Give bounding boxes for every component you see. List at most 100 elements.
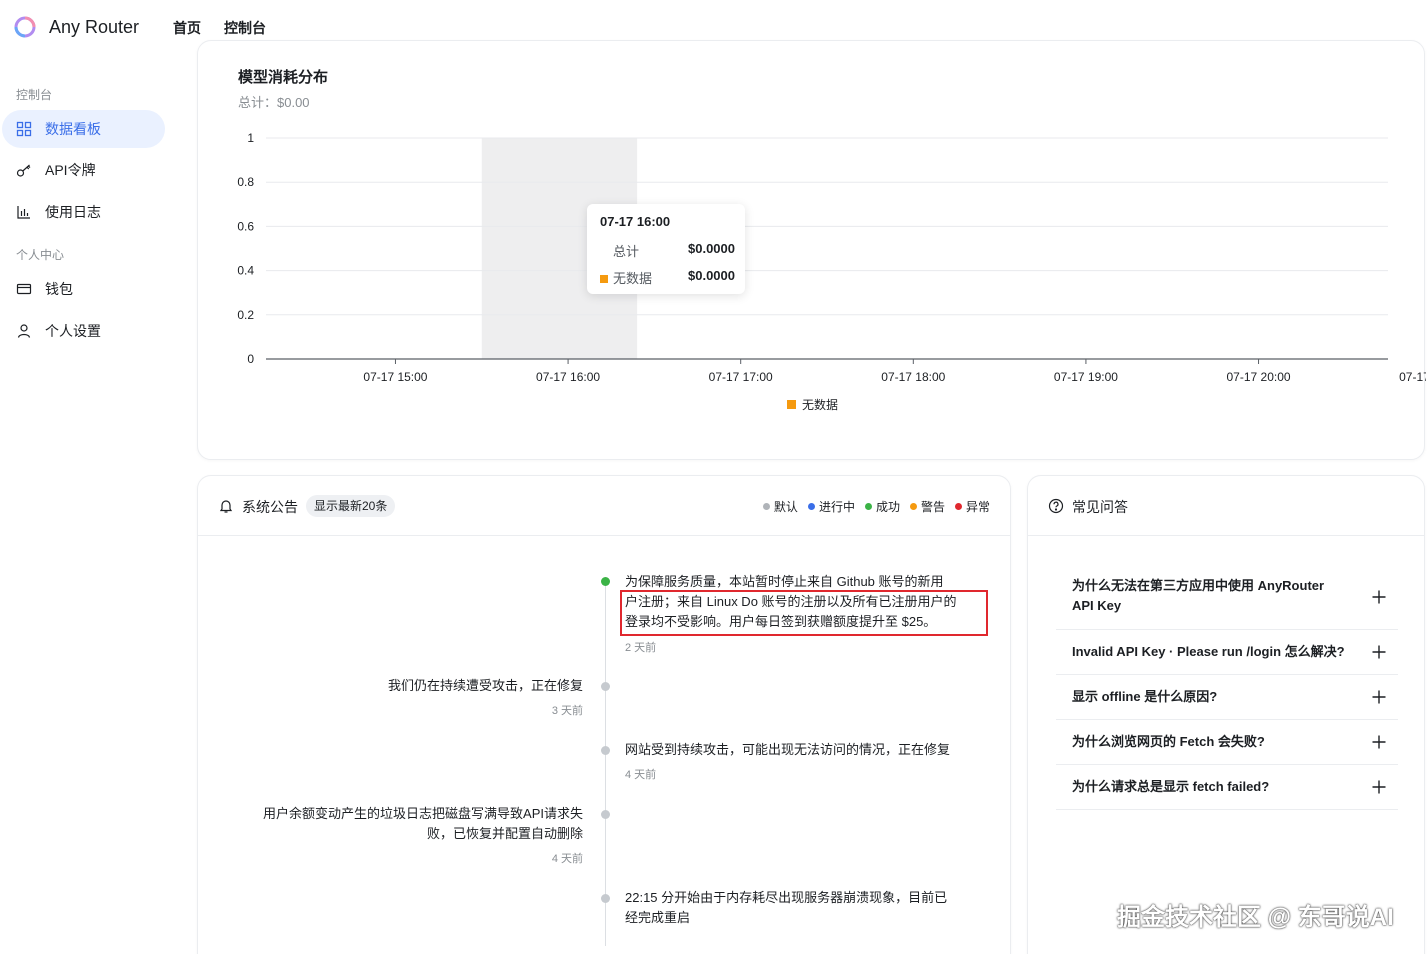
sidebar-item-settings[interactable]: 个人设置 <box>2 312 165 350</box>
plus-icon[interactable] <box>1372 735 1386 749</box>
tooltip-series-label: 无数据 <box>613 271 653 286</box>
notice-time: 4 天前 <box>625 769 657 781</box>
tooltip-total-value: $0.0000 <box>688 241 735 256</box>
sidebar-item-label: API令牌 <box>45 162 96 178</box>
notice-item: 用户余额变动产生的垃圾日志把磁盘写满导致API请求失 败，已恢复并配置自动删除 <box>223 804 583 844</box>
timeline-dot <box>601 810 610 819</box>
legend-label: 警告 <box>920 500 945 514</box>
timeline-axis <box>605 586 606 946</box>
notice-header: 系统公告 显示最新20条 默认 进行中 成功 警告 异常 <box>198 476 1010 536</box>
faq-question: 为什么无法在第三方应用中使用 AnyRouter API Key <box>1072 576 1324 616</box>
notice-item: 我们仍在持续遭受攻击，正在修复 <box>387 678 583 693</box>
notice-text-line: 用户余额变动产生的垃圾日志把磁盘写满导致API请求失 <box>263 806 583 821</box>
notice-count-badge: 显示最新20条 <box>306 495 396 517</box>
legend-default: 默认 <box>762 498 798 515</box>
legend-dot <box>954 503 962 510</box>
y-tick-label: 0 <box>247 352 254 366</box>
timeline-dot <box>601 577 610 586</box>
sidebar-group-personal: 个人中心 <box>16 248 65 262</box>
sidebar-item-label: 个人设置 <box>45 323 101 339</box>
legend-label: 成功 <box>875 500 900 514</box>
faq-question: 为什么浏览网页的 Fetch 会失败? <box>1072 734 1265 749</box>
notice-time: 3 天前 <box>551 705 583 717</box>
consumption-chart[interactable]: 00.20.40.60.8107-17 15:00 07-17 16:00 07-1… <box>198 41 1426 461</box>
system-notice-card: 系统公告 显示最新20条 默认 进行中 成功 警告 异常 为保障服务质量，本站暂… <box>197 475 1011 954</box>
brand-name[interactable]: Any Router <box>49 17 139 38</box>
tooltip-total-label: 总计 <box>613 244 640 259</box>
legend-dot <box>864 503 872 510</box>
plus-icon[interactable] <box>1372 690 1386 704</box>
legend-dot <box>762 503 770 510</box>
legend-error: 异常 <box>954 498 990 515</box>
sidebar-item-label: 钱包 <box>45 281 73 297</box>
key-icon <box>16 162 32 178</box>
sidebar-item-wallet[interactable]: 钱包 <box>2 270 165 308</box>
sidebar-item-label: 数据看板 <box>45 121 101 137</box>
sidebar-item-api-tokens[interactable]: API令牌 <box>2 151 165 189</box>
y-tick-label: 0.6 <box>237 219 254 233</box>
legend-warning: 警告 <box>909 498 945 515</box>
legend-swatch <box>787 400 796 409</box>
legend-label: 无数据 <box>802 397 838 412</box>
bar-chart-icon <box>16 204 32 220</box>
faq-question-line: 为什么无法在第三方应用中使用 AnyRouter <box>1072 578 1325 593</box>
bell-icon <box>219 500 233 513</box>
sidebar-item-dashboard[interactable]: 数据看板 <box>2 110 165 148</box>
tooltip-title: 07-17 16:00 <box>600 214 671 229</box>
faq-item[interactable]: 为什么浏览网页的 Fetch 会失败? <box>1056 720 1398 765</box>
faq-item[interactable]: 为什么无法在第三方应用中使用 AnyRouter API Key <box>1056 566 1398 630</box>
x-tick-label: 07-17 21:00 <box>1399 370 1426 384</box>
model-consumption-card: 模型消耗分布 总计：$0.00 0 0.2 0.4 0.6 0.8 1 07-17 15:0… <box>197 40 1426 461</box>
faq-item[interactable]: 为什么请求总是显示 fetch failed? <box>1056 765 1398 810</box>
timeline-dot <box>601 682 610 691</box>
notice-time: 4 天前 <box>551 853 583 865</box>
notice-time: 2 天前 <box>625 642 657 654</box>
x-tick-label: 07-17 16:00 <box>536 370 600 384</box>
notice-title: 系统公告 <box>242 499 298 515</box>
faq-title: 常见问答 <box>1072 499 1128 515</box>
help-circle-icon <box>1048 498 1064 514</box>
faq-card: 常见问答 为什么无法在第三方应用中使用 AnyRouter API Key In… <box>1027 475 1425 954</box>
legend-in-progress: 进行中 <box>807 498 855 515</box>
legend-label: 进行中 <box>818 500 855 514</box>
faq-item[interactable]: Invalid API Key · Please run /login 怎么解决… <box>1056 630 1398 675</box>
x-tick-label: 07-17 17:00 <box>709 370 773 384</box>
faq-header: 常见问答 <box>1028 476 1424 536</box>
legend-success: 成功 <box>864 498 900 515</box>
notice-item: 22:15 分开始由于内存耗尽出现服务器崩溃现象，目前已 经完成重启 <box>625 888 990 928</box>
x-tick-label: 07-17 19:00 <box>1054 370 1118 384</box>
legend-dot <box>807 503 815 510</box>
timeline-dot <box>601 746 610 755</box>
notice-legend: 默认 进行中 成功 警告 异常 <box>762 498 990 515</box>
faq-question: 为什么请求总是显示 fetch failed? <box>1072 779 1270 794</box>
nav-home-link[interactable]: 首页 <box>173 18 201 38</box>
tooltip-total-row: 总计 $0.0000 <box>600 241 735 260</box>
plus-icon[interactable] <box>1372 780 1386 794</box>
sidebar: 控制台 数据看板 API令牌 使用日志 个人中心 钱包 个人设置 <box>0 56 180 954</box>
y-tick-label: 1 <box>247 131 254 145</box>
notice-text-line: 22:15 分开始由于内存耗尽出现服务器崩溃现象，目前已 <box>625 890 948 905</box>
tooltip-series-row: 无数据 $0.0000 <box>600 268 735 287</box>
faq-question: 显示 offline 是什么原因? <box>1072 689 1218 704</box>
sidebar-group-console: 控制台 <box>16 88 53 102</box>
series-swatch <box>600 275 608 283</box>
plus-icon[interactable] <box>1372 645 1386 659</box>
notice-text-line: 败，已恢复并配置自动删除 <box>426 826 583 841</box>
tooltip-series-value: $0.0000 <box>688 268 735 283</box>
sidebar-item-usage-logs[interactable]: 使用日志 <box>2 193 165 231</box>
timeline-dot <box>601 894 610 903</box>
y-tick-label: 0.2 <box>237 308 254 322</box>
x-tick-label: 07-17 18:00 <box>881 370 945 384</box>
notice-text-line: 为保障服务质量，本站暂时停止来自 Github 账号的新用 <box>625 574 944 589</box>
legend-dot <box>909 503 917 510</box>
logo-icon[interactable] <box>14 16 36 38</box>
nav-console-link[interactable]: 控制台 <box>224 18 266 38</box>
plus-icon[interactable] <box>1372 590 1386 604</box>
faq-item[interactable]: 显示 offline 是什么原因? <box>1056 675 1398 720</box>
wallet-icon <box>16 281 32 297</box>
grid-icon <box>16 121 32 137</box>
y-tick-label: 0.4 <box>237 264 254 278</box>
faq-question: Invalid API Key · Please run /login 怎么解决… <box>1072 644 1345 659</box>
y-tick-label: 0.8 <box>237 175 254 189</box>
faq-question-line: API Key <box>1072 598 1122 613</box>
